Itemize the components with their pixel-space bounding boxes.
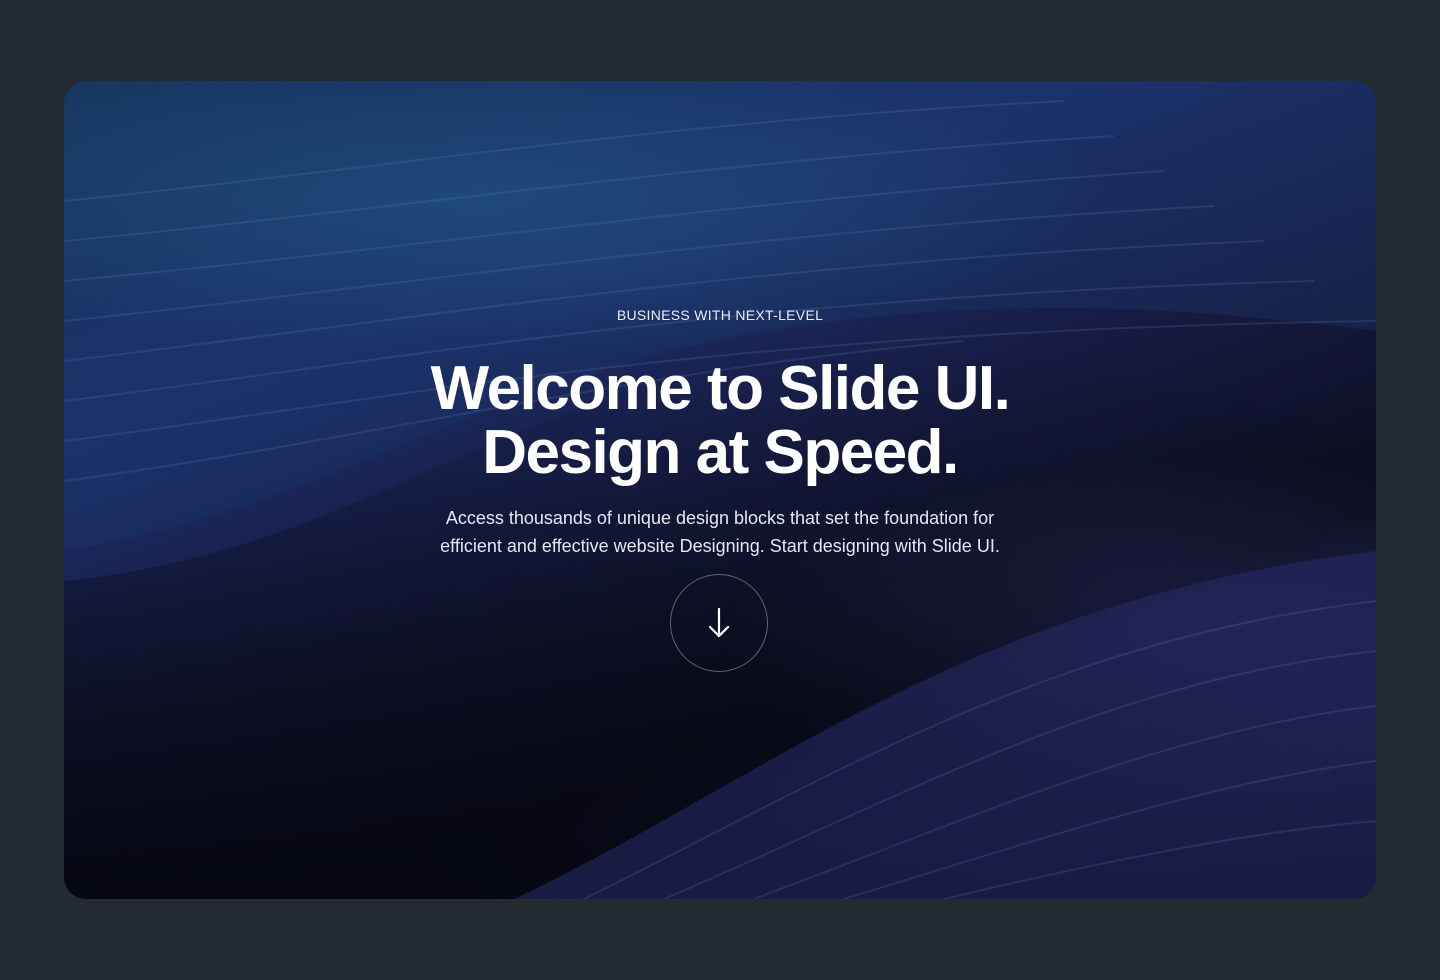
hero-banner: BUSINESS WITH NEXT-LEVEL Welcome to Slid… [64,81,1376,899]
hero-headline-line-2: Design at Speed. [482,418,959,487]
hero-content: BUSINESS WITH NEXT-LEVEL Welcome to Slid… [64,81,1376,899]
hero-subtitle-line-2: efficient and effective website Designin… [440,536,1000,556]
arrow-down-icon [708,607,730,638]
hero-headline-line-1: Welcome to Slide UI. [430,354,1011,423]
hero-headline: Welcome to Slide UI. Design at Speed. [64,357,1376,485]
hero-subtitle: Access thousands of unique design blocks… [400,504,1040,560]
hero-eyebrow: BUSINESS WITH NEXT-LEVEL [616,307,824,323]
scroll-down-button[interactable] [670,574,768,672]
hero-subtitle-line-1: Access thousands of unique design blocks… [445,508,995,528]
